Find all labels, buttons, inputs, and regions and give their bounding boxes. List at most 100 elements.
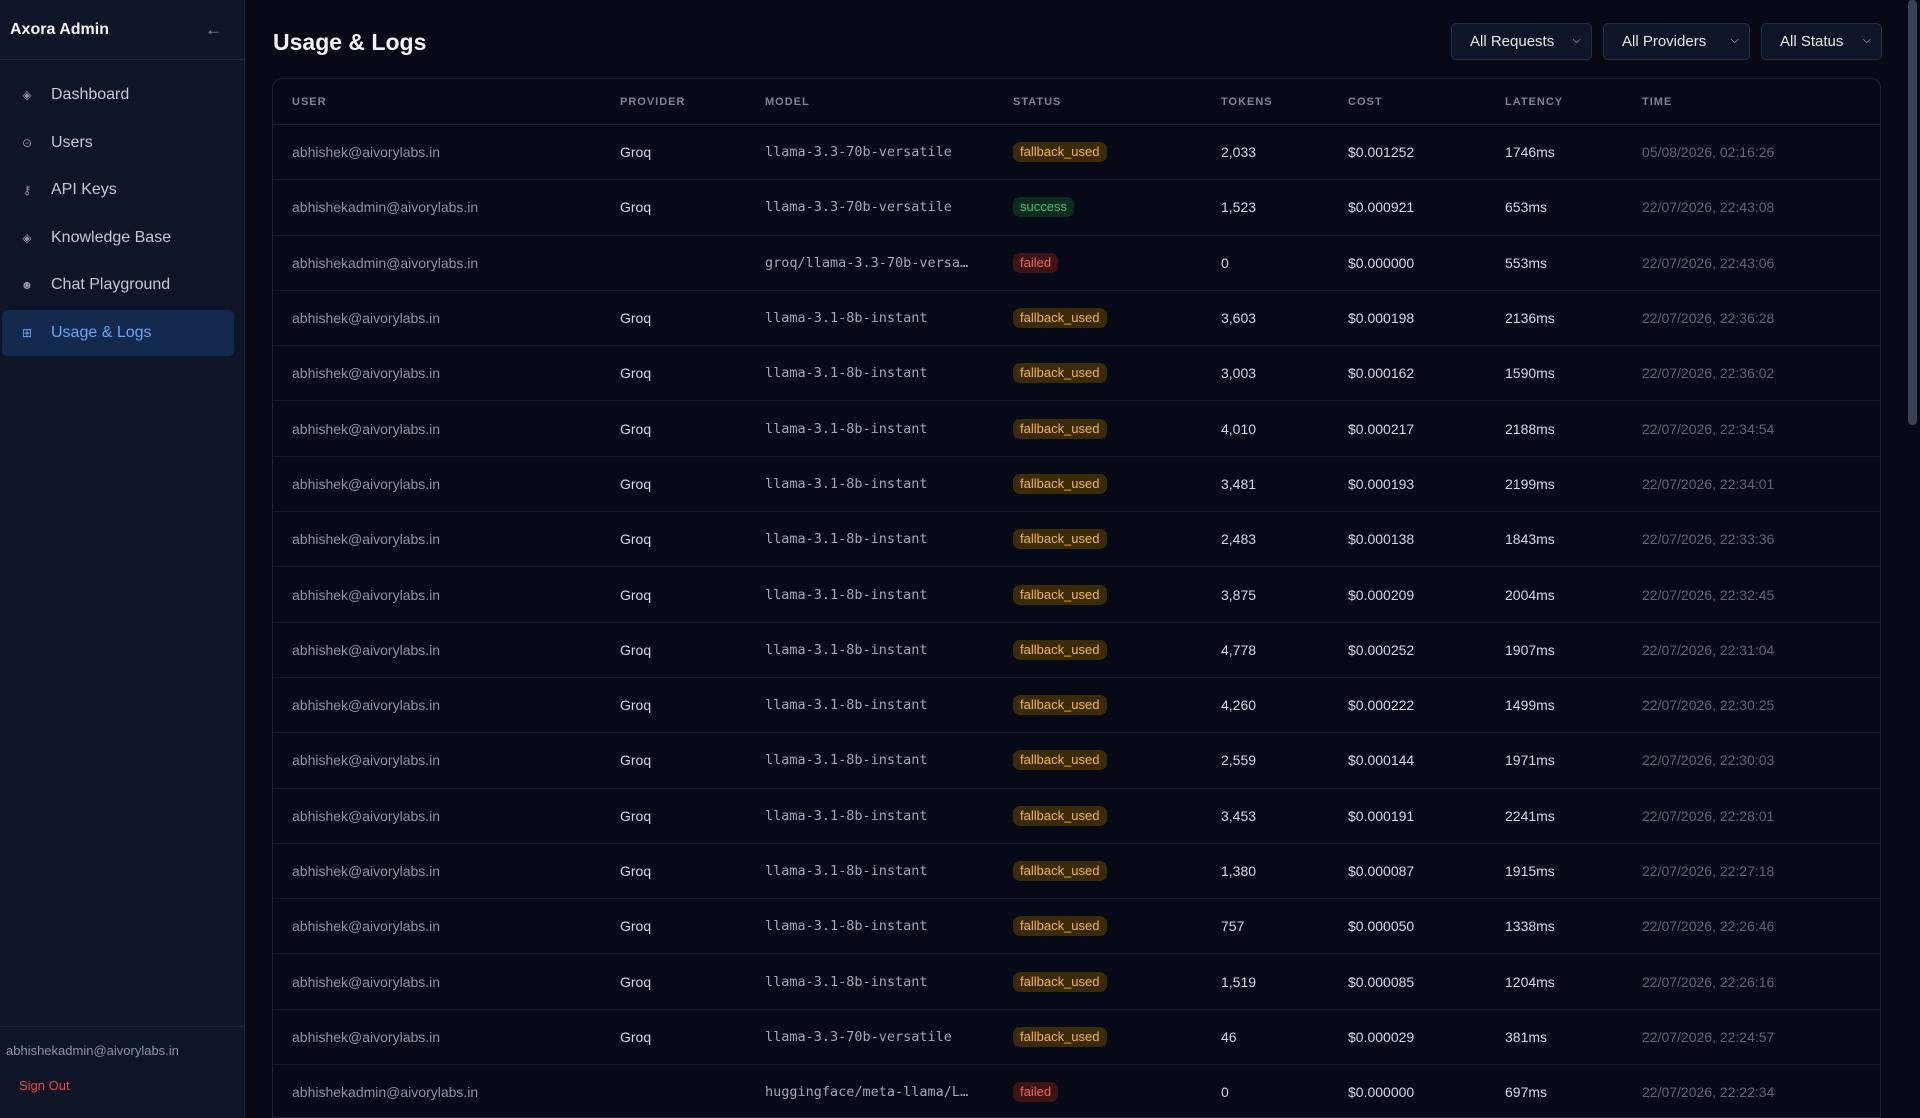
model-cell: huggingface/meta-llama/L…	[765, 1084, 969, 1101]
arrow-left-icon[interactable]: ←	[205, 20, 222, 40]
latency-cell: 1746ms	[1505, 144, 1555, 161]
time-cell: 22/07/2026, 22:27:18	[1642, 863, 1775, 879]
provider-cell: Groq	[620, 807, 652, 824]
user-cell: abhishekadmin@aivorylabs.in	[292, 254, 479, 271]
latency-cell: 2188ms	[1505, 420, 1555, 437]
model-cell: llama-3.1-8b-instant	[765, 863, 928, 879]
table-row[interactable]: abhishek@aivorylabs.in Groq llama-3.1-8b-i…	[273, 678, 1880, 734]
time-cell: 22/07/2026, 22:36:02	[1642, 365, 1775, 382]
tokens-cell: 3,603	[1221, 310, 1257, 327]
cost-cell: $0.000198	[1348, 310, 1415, 327]
column-header-status[interactable]: STATUS	[1013, 96, 1061, 108]
cost-cell: $0.000222	[1348, 697, 1415, 714]
status-badge: fallback_used	[1013, 363, 1107, 384]
status-cell: fallback_used	[1013, 971, 1107, 992]
sidebar-item-chat-playground[interactable]: ☻ Chat Playground	[2, 262, 234, 308]
status-cell: fallback_used	[1013, 363, 1107, 384]
sidebar-item-dashboard[interactable]: ◈ Dashboard	[2, 72, 234, 118]
table-row[interactable]: abhishek@aivorylabs.in Groq llama-3.3-70b-…	[273, 1010, 1880, 1066]
model-cell: llama-3.1-8b-instant	[765, 420, 928, 437]
table-row[interactable]: abhishekadmin@aivorylabs.in huggingface/m…	[273, 1065, 1880, 1117]
user-cell: abhishek@aivorylabs.in	[292, 310, 441, 327]
table-row[interactable]: abhishek@aivorylabs.in Groq llama-3.1-8b-i…	[273, 733, 1880, 789]
table-row[interactable]: abhishek@aivorylabs.in Groq llama-3.1-8b-i…	[273, 512, 1880, 568]
latency-cell: 1907ms	[1505, 641, 1555, 658]
table-row[interactable]: abhishek@aivorylabs.in Groq llama-3.3-70b-…	[273, 125, 1880, 181]
column-header-model[interactable]: MODEL	[765, 96, 810, 108]
chevron-down-icon: ⌵	[1572, 34, 1581, 46]
status-filter-select[interactable]: All Status ⌵	[1761, 23, 1882, 60]
chevron-down-icon: ⌵	[1862, 34, 1871, 46]
table-row[interactable]: abhishek@aivorylabs.in Groq llama-3.1-8b-i…	[273, 457, 1880, 513]
column-header-tokens[interactable]: TOKENS	[1221, 96, 1273, 108]
tokens-cell: 1,519	[1221, 973, 1257, 990]
tokens-cell: 757	[1221, 918, 1245, 935]
logs-table: USER PROVIDER MODEL STATUS TOKENS COST LATENCY…	[272, 78, 1881, 1118]
providers-filter-select[interactable]: All Providers ⌵	[1603, 23, 1750, 60]
status-cell: fallback_used	[1013, 695, 1107, 716]
status-badge: fallback_used	[1013, 529, 1107, 550]
cost-cell: $0.000162	[1348, 365, 1415, 382]
tokens-cell: 1,523	[1221, 199, 1257, 216]
page-scrollbar[interactable]	[1908, 0, 1917, 425]
table-row[interactable]: abhishek@aivorylabs.in Groq llama-3.1-8b-i…	[273, 899, 1880, 955]
table-row[interactable]: abhishek@aivorylabs.in Groq llama-3.1-8b-i…	[273, 789, 1880, 844]
user-cell: abhishek@aivorylabs.in	[292, 918, 441, 935]
model-cell: llama-3.1-8b-instant	[765, 973, 928, 990]
time-cell: 22/07/2026, 22:28:01	[1642, 807, 1775, 824]
time-cell: 22/07/2026, 22:26:46	[1642, 918, 1775, 935]
table-row[interactable]: abhishek@aivorylabs.in Groq llama-3.1-8b-i…	[273, 567, 1880, 623]
users-icon: ⊙	[21, 135, 33, 150]
sidebar-item-usage-logs[interactable]: ⊞ Usage & Logs	[2, 309, 234, 356]
column-header-latency[interactable]: LATENCY	[1505, 96, 1563, 108]
status-badge: fallback_used	[1013, 805, 1107, 826]
status-cell: failed	[1013, 252, 1059, 273]
table-row[interactable]: abhishek@aivorylabs.in Groq llama-3.1-8b-i…	[273, 623, 1880, 678]
cost-cell: $0.000191	[1348, 807, 1415, 824]
user-cell: abhishek@aivorylabs.in	[292, 420, 441, 437]
column-header-cost[interactable]: COST	[1348, 96, 1383, 108]
table-row[interactable]: abhishekadmin@aivorylabs.in Groq llama-3.3…	[273, 180, 1880, 236]
time-cell: 05/08/2026, 02:16:26	[1642, 144, 1775, 161]
latency-cell: 553ms	[1505, 254, 1548, 271]
provider-cell: Groq	[620, 365, 652, 382]
chat-playground-icon: ☻	[20, 278, 34, 292]
table-row[interactable]: abhishek@aivorylabs.in Groq llama-3.1-8b-i…	[273, 346, 1880, 402]
requests-filter-select[interactable]: All Requests ⌵	[1451, 23, 1592, 60]
model-cell: llama-3.1-8b-instant	[765, 475, 928, 492]
cost-cell: $0.000217	[1348, 420, 1415, 437]
table-header: USER PROVIDER MODEL STATUS TOKENS COST LATENCY…	[273, 79, 1880, 125]
sidebar-item-api-keys[interactable]: ⚷ API Keys	[2, 167, 234, 213]
sidebar-item-label: Usage & Logs	[51, 323, 152, 341]
table-row[interactable]: abhishekadmin@aivorylabs.in groq/llama-3.…	[273, 236, 1880, 291]
sidebar-item-label: Chat Playground	[51, 276, 171, 293]
column-header-user[interactable]: USER	[292, 96, 327, 108]
cost-cell: $0.000138	[1348, 531, 1415, 548]
provider-cell: Groq	[620, 918, 652, 935]
table-row[interactable]: abhishek@aivorylabs.in Groq llama-3.1-8b-i…	[273, 954, 1880, 1010]
user-email: abhishekadmin@aivorylabs.in	[6, 1043, 179, 1058]
latency-cell: 1499ms	[1505, 697, 1555, 714]
latency-cell: 1590ms	[1505, 365, 1555, 382]
user-cell: abhishekadmin@aivorylabs.in	[292, 199, 479, 216]
sidebar-item-knowledge-base[interactable]: ◈ Knowledge Base	[2, 215, 234, 261]
table-row[interactable]: abhishek@aivorylabs.in Groq llama-3.1-8b-i…	[273, 844, 1880, 900]
latency-cell: 1915ms	[1505, 863, 1555, 879]
tokens-cell: 3,875	[1221, 586, 1257, 603]
model-cell: llama-3.1-8b-instant	[765, 310, 928, 327]
time-cell: 22/07/2026, 22:33:36	[1642, 531, 1775, 548]
table-row[interactable]: abhishek@aivorylabs.in Groq llama-3.1-8b-i…	[273, 291, 1880, 347]
tokens-cell: 0	[1221, 254, 1229, 271]
sign-out-button[interactable]: Sign Out	[6, 1078, 244, 1093]
cost-cell: $0.001252	[1348, 144, 1415, 161]
sidebar-footer: abhishekadmin@aivorylabs.in Sign Out	[0, 1026, 244, 1118]
table-row[interactable]: abhishek@aivorylabs.in Groq llama-3.1-8b-i…	[273, 401, 1880, 457]
sidebar-item-label: Users	[51, 133, 93, 151]
time-cell: 22/07/2026, 22:26:16	[1642, 973, 1775, 990]
latency-cell: 653ms	[1505, 199, 1548, 216]
column-header-time[interactable]: TIME	[1642, 96, 1672, 108]
tokens-cell: 2,559	[1221, 752, 1257, 769]
sidebar-item-users[interactable]: ⊙ Users	[2, 120, 234, 166]
column-header-provider[interactable]: PROVIDER	[620, 96, 685, 108]
sidebar-item-label: API Keys	[51, 181, 117, 198]
